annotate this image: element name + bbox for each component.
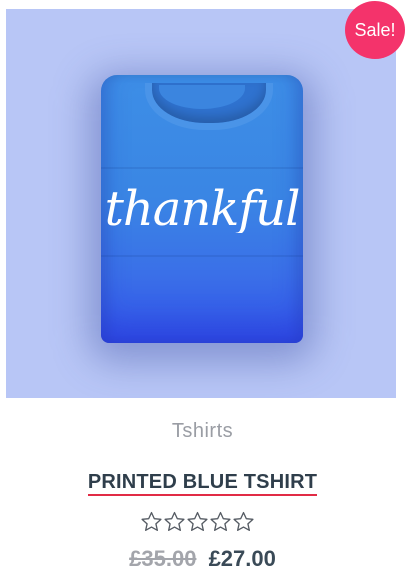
sale-badge: Sale!: [345, 1, 405, 59]
product-rating: [140, 509, 255, 537]
star-outline-icon: [164, 511, 185, 532]
product-price: £35.00 £27.00: [0, 546, 405, 572]
old-price: £35.00: [129, 546, 197, 571]
fold-line: [101, 255, 303, 257]
fold-line: [101, 167, 303, 169]
product-category[interactable]: Tshirts: [0, 420, 405, 443]
product-image[interactable]: thankful: [6, 9, 396, 398]
star-outline-icon: [141, 511, 162, 532]
sale-price: £27.00: [208, 546, 276, 571]
tshirt-graphic: thankful: [101, 75, 303, 343]
product-title-wrap: PRINTED BLUE TSHIRT: [0, 471, 405, 496]
star-outline-icon: [233, 511, 254, 532]
product-card: thankful Sale! Tshirts PRINTED BLUE TSHI…: [0, 0, 405, 572]
product-title-link[interactable]: PRINTED BLUE TSHIRT: [87, 471, 318, 496]
tshirt-print-text: thankful: [104, 185, 301, 233]
star-outline-icon: [187, 511, 208, 532]
star-outline-icon: [210, 511, 231, 532]
